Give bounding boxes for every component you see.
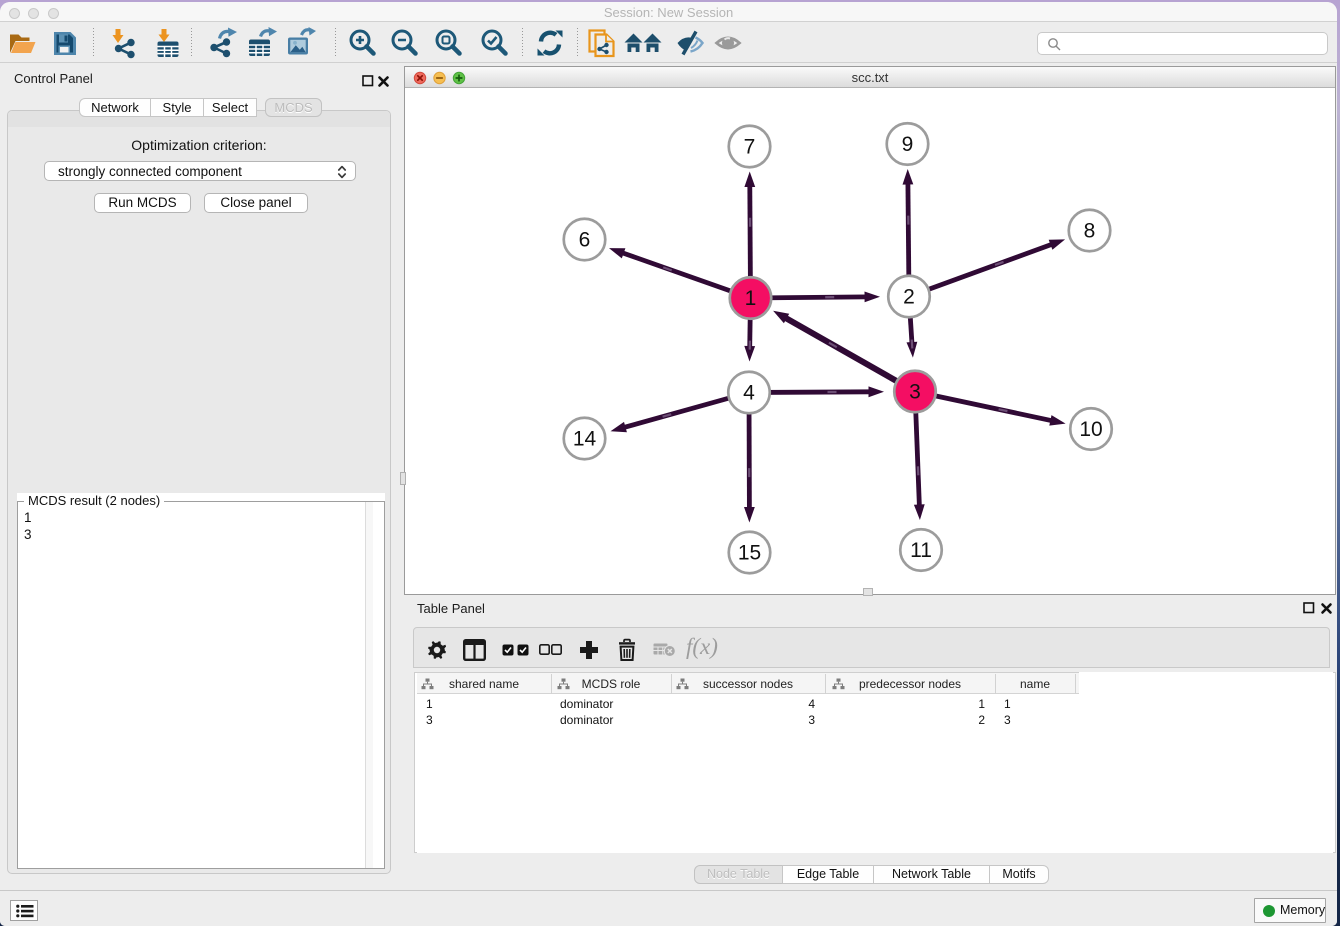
svg-text:3: 3	[909, 381, 921, 404]
svg-text:7: 7	[744, 136, 756, 159]
svg-text:8: 8	[1084, 220, 1096, 243]
svg-text:15: 15	[738, 542, 761, 565]
svg-text:6: 6	[579, 229, 591, 252]
svg-text:11: 11	[910, 539, 932, 562]
svg-text:14: 14	[573, 428, 597, 451]
svg-text:4: 4	[743, 382, 755, 405]
svg-text:1: 1	[745, 287, 757, 310]
svg-text:2: 2	[903, 286, 915, 309]
svg-text:9: 9	[902, 133, 914, 156]
svg-text:10: 10	[1079, 418, 1102, 441]
